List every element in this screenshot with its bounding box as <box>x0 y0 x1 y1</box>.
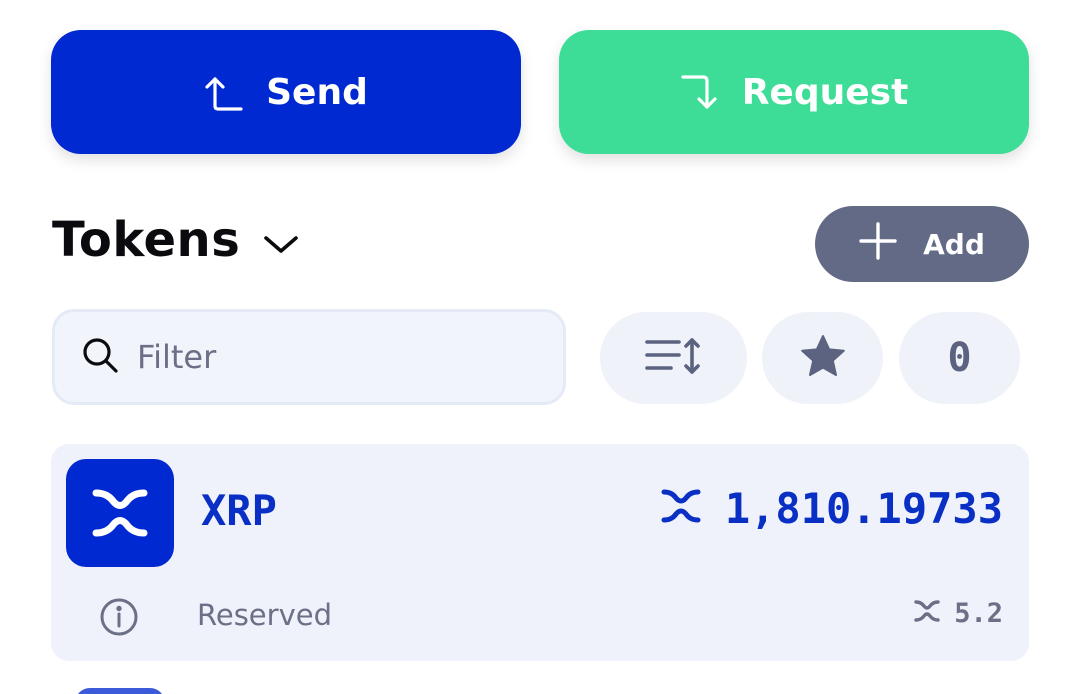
search-icon <box>81 336 119 378</box>
chevron-down-icon <box>262 212 300 268</box>
xrp-symbol-icon <box>661 484 701 533</box>
send-arrow-icon <box>204 72 244 112</box>
wallet-screen: Send Request Tokens Add Filter 0 XRP 1,8… <box>0 0 1080 694</box>
sort-icon <box>644 336 703 380</box>
send-button[interactable]: Send <box>51 30 521 154</box>
token-card-xrp[interactable]: XRP 1,810.19733 Reserved 5.2 <box>51 444 1029 661</box>
star-icon <box>800 334 846 382</box>
token-name: XRP <box>201 486 277 535</box>
zero-label: 0 <box>947 335 972 381</box>
xrp-logo-icon <box>66 459 174 567</box>
filter-input[interactable] <box>135 337 519 377</box>
sort-button[interactable] <box>600 312 747 404</box>
favorites-button[interactable] <box>762 312 883 404</box>
next-token-logo <box>75 688 165 694</box>
reserved-amount: 5.2 <box>914 598 1003 629</box>
add-label: Add <box>923 227 985 261</box>
reserved-value: 5.2 <box>954 598 1003 629</box>
zero-balance-toggle[interactable]: 0 <box>899 312 1020 404</box>
request-arrow-icon <box>680 72 720 112</box>
token-balance-value: 1,810.19733 <box>724 484 1003 533</box>
request-label: Request <box>741 71 909 113</box>
xrp-small-symbol-icon <box>914 598 940 629</box>
request-button[interactable]: Request <box>559 30 1029 154</box>
add-token-button[interactable]: Add <box>815 206 1029 282</box>
reserved-label: Reserved <box>197 598 332 632</box>
send-label: Send <box>266 71 368 113</box>
token-balance: 1,810.19733 <box>661 484 1003 533</box>
info-icon[interactable] <box>99 597 139 641</box>
tokens-dropdown[interactable]: Tokens <box>52 212 300 268</box>
plus-icon <box>859 221 897 267</box>
tokens-heading: Tokens <box>52 212 241 268</box>
filter-field[interactable] <box>52 309 566 405</box>
